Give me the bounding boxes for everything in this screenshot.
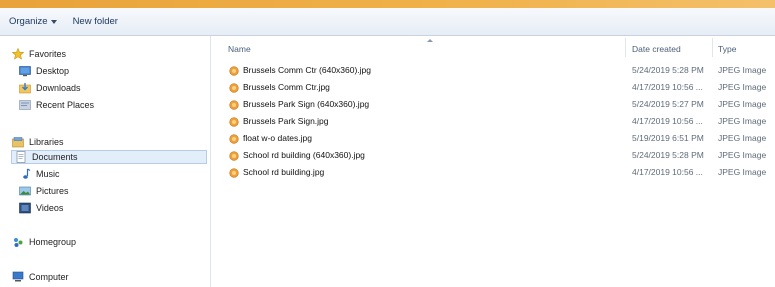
file-name: Brussels Park Sign (640x360).jpg (243, 99, 370, 109)
file-row[interactable]: School rd building.jpg 4/17/2019 10:56 .… (212, 166, 775, 179)
jpeg-file-icon (229, 150, 239, 161)
nav-homegroup[interactable]: Homegroup (12, 235, 76, 249)
organize-button[interactable]: Organize (9, 16, 57, 27)
file-name: Brussels Comm Ctr (640x360).jpg (243, 65, 372, 75)
jpeg-file-icon (229, 133, 239, 144)
file-type: JPEG Image (718, 99, 767, 109)
downloads-folder-icon (19, 82, 31, 94)
file-date: 4/17/2019 10:56 ... (632, 116, 703, 126)
chevron-down-icon (50, 19, 57, 24)
new-folder-button[interactable]: New folder (73, 16, 118, 27)
window-accent-bar (0, 0, 775, 8)
file-list: Name Date created Type Brussels Comm Ctr… (212, 36, 775, 287)
column-header-type[interactable]: Type (718, 44, 736, 54)
file-date: 5/24/2019 5:27 PM (632, 99, 704, 109)
file-name-cell: Brussels Park Sign.jpg (229, 115, 329, 128)
nav-item-label: Desktop (36, 66, 70, 76)
column-divider[interactable] (712, 38, 713, 57)
file-date: 5/19/2019 6:51 PM (632, 133, 704, 143)
libraries-icon (12, 136, 24, 148)
homegroup-icon (12, 236, 24, 248)
jpeg-file-icon (229, 82, 239, 93)
file-type: JPEG Image (718, 167, 767, 177)
nav-item-pictures[interactable]: Pictures (19, 184, 69, 198)
column-header-name[interactable]: Name (228, 44, 251, 54)
file-name: Brussels Comm Ctr.jpg (243, 82, 330, 92)
file-name-cell: Brussels Comm Ctr (640x360).jpg (229, 64, 371, 77)
new-folder-label: New folder (72, 16, 118, 27)
file-date: 4/17/2019 10:56 ... (632, 82, 703, 92)
file-row[interactable]: Brussels Comm Ctr.jpg 4/17/2019 10:56 ..… (212, 81, 775, 94)
command-bar: Organize New folder (0, 8, 775, 36)
nav-favorites-label: Favorites (29, 49, 67, 59)
file-type: JPEG Image (718, 116, 767, 126)
nav-item-downloads[interactable]: Downloads (19, 81, 81, 95)
nav-favorites[interactable]: Favorites (11, 47, 67, 61)
nav-item-desktop[interactable]: Desktop (19, 64, 69, 78)
nav-computer-label: Computer (29, 272, 69, 282)
nav-libraries[interactable]: Libraries (12, 135, 64, 149)
nav-item-videos[interactable]: Videos (19, 201, 63, 215)
file-type: JPEG Image (718, 65, 767, 75)
nav-libraries-label: Libraries (29, 137, 64, 147)
nav-item-label: Recent Places (36, 100, 95, 110)
nav-item-label: Pictures (36, 186, 69, 196)
nav-item-music[interactable]: Music (19, 167, 60, 181)
file-name: float w-o dates.jpg (243, 133, 312, 143)
file-name-cell: School rd building.jpg (229, 166, 324, 179)
file-name: Brussels Park Sign.jpg (243, 116, 329, 126)
file-type: JPEG Image (718, 133, 767, 143)
nav-item-label: Downloads (36, 83, 81, 93)
nav-homegroup-label: Homegroup (29, 237, 77, 247)
documents-icon (15, 151, 27, 163)
navigation-pane: Favorites Desktop Downloads Recent Place… (0, 36, 211, 287)
organize-label: Organize (9, 16, 48, 27)
nav-item-recent-places[interactable]: Recent Places (19, 98, 94, 112)
desktop-icon (19, 65, 31, 77)
jpeg-file-icon (229, 65, 239, 76)
file-row[interactable]: float w-o dates.jpg 5/19/2019 6:51 PM JP… (212, 132, 775, 145)
jpeg-file-icon (229, 167, 239, 178)
pictures-icon (19, 185, 31, 197)
nav-item-label: Documents (32, 152, 78, 162)
file-row[interactable]: Brussels Park Sign.jpg 4/17/2019 10:56 .… (212, 115, 775, 128)
nav-computer[interactable]: Computer (12, 270, 69, 284)
nav-item-label: Music (36, 169, 60, 179)
column-header-date-created[interactable]: Date created (632, 44, 681, 54)
file-date: 4/17/2019 10:56 ... (632, 167, 703, 177)
jpeg-file-icon (229, 99, 239, 110)
file-name-cell: School rd building (640x360).jpg (229, 149, 365, 162)
file-name-cell: Brussels Comm Ctr.jpg (229, 81, 330, 94)
jpeg-file-icon (229, 116, 239, 127)
file-row[interactable]: School rd building (640x360).jpg 5/24/20… (212, 149, 775, 162)
column-divider[interactable] (625, 38, 626, 57)
videos-icon (19, 202, 31, 214)
music-icon (19, 168, 31, 180)
recent-places-icon (19, 99, 31, 111)
file-row[interactable]: Brussels Park Sign (640x360).jpg 5/24/20… (212, 98, 775, 111)
file-type: JPEG Image (718, 82, 767, 92)
nav-item-documents[interactable]: Documents (11, 150, 207, 164)
file-date: 5/24/2019 5:28 PM (632, 150, 704, 160)
sort-ascending-icon (427, 39, 433, 42)
file-row[interactable]: Brussels Comm Ctr (640x360).jpg 5/24/201… (212, 64, 775, 77)
file-name-cell: float w-o dates.jpg (229, 132, 312, 145)
file-name: School rd building.jpg (243, 167, 325, 177)
computer-icon (12, 271, 24, 283)
nav-item-label: Videos (36, 203, 64, 213)
file-name: School rd building (640x360).jpg (243, 150, 365, 160)
star-icon (11, 47, 25, 60)
file-type: JPEG Image (718, 150, 767, 160)
file-date: 5/24/2019 5:28 PM (632, 65, 704, 75)
file-name-cell: Brussels Park Sign (640x360).jpg (229, 98, 369, 111)
